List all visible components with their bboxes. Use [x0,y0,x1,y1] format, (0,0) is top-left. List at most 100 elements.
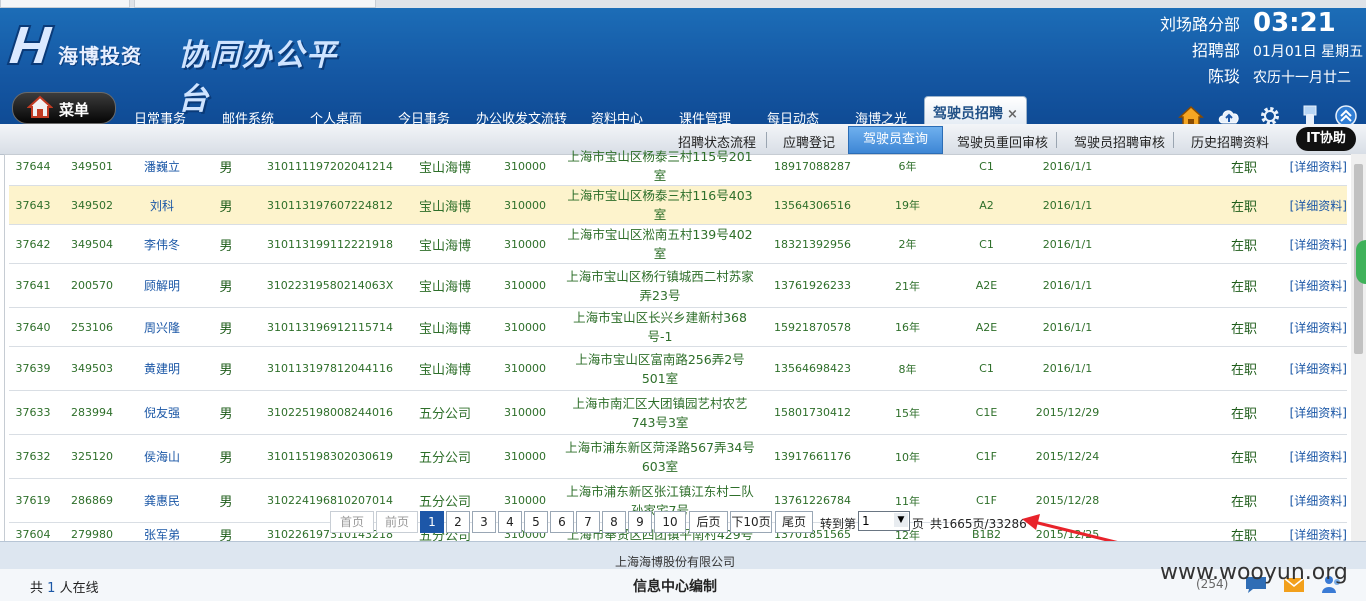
browser-tab[interactable] [0,0,130,8]
phone-cell: 18917088287 [755,147,870,186]
phone-cell: 13564698423 [755,346,870,391]
page-number-button[interactable]: 4 [498,511,522,533]
driver-name-cell[interactable]: 倪友强 [127,390,197,435]
page-number-button[interactable]: 9 [628,511,652,533]
license-class-cell: A2E [945,263,1028,308]
address-cell: 上海市宝山区杨泰三村116号403室 [565,185,755,225]
status-cell: 在职 [1107,263,1257,308]
phone-cell: 18321392956 [755,224,870,264]
driver-name-cell[interactable]: 龚惠民 [127,478,197,523]
address-cell: 上海市宝山区富南路256弄2号501室 [565,346,755,391]
zip-code-cell: 310000 [485,434,565,479]
prev-page-button[interactable]: 前页 [376,511,418,533]
side-tab-icon[interactable] [1356,240,1366,284]
next-10-pages-button[interactable]: 下10页 [730,511,772,533]
zip-code-cell: 310000 [485,147,565,186]
driving-years-cell: 19年 [870,185,945,225]
logo: 海博投资 协同办公平台 [0,14,360,117]
company-cell: 宝山海博 [405,263,485,308]
page-number-button[interactable]: 5 [524,511,548,533]
table-row[interactable]: 37643 349502 刘科男 310113197607224812 宝山海博 3100… [9,185,1347,225]
driver-name-cell[interactable]: 顾解明 [127,263,197,308]
table-row[interactable]: 37642 349504 李伟冬男 310113199112221918 宝山海博 310… [9,224,1347,264]
page-number-button[interactable]: 7 [576,511,600,533]
detail-link-cell[interactable]: [详细资料] [1257,346,1347,391]
page-number-button[interactable]: 1 [420,511,444,533]
employee-code-cell: 349501 [57,147,127,186]
page-number-button[interactable]: 8 [602,511,626,533]
goto-label: 转到第 [820,517,857,531]
address-cell: 上海市宝山区杨行镇城西二村苏家弄23号 [565,263,755,308]
row-id-cell: 37619 [9,478,57,523]
next-page-button[interactable]: 后页 [689,511,728,533]
goto-page-select[interactable]: 1 ▼ [858,511,910,531]
detail-link-cell[interactable]: [详细资料] [1257,224,1347,264]
menu-button[interactable]: 菜单 [12,92,116,124]
driver-name-cell[interactable]: 李伟冬 [127,224,197,264]
logo-h-icon [6,25,56,65]
table-row[interactable]: 37640 253106 周兴隆男 310113196912115714 宝山海博 310… [9,307,1347,347]
driving-years-cell: 2年 [870,224,945,264]
browser-tab[interactable] [134,0,376,8]
user-info: 刘场路分部 招聘部 陈琰 [1130,12,1240,90]
driver-name-cell[interactable]: 潘巍立 [127,147,197,186]
license-class-cell: A2E [945,307,1028,347]
id-card-cell: 310113197812044116 [255,346,405,391]
detail-link-cell[interactable]: [详细资料] [1257,478,1347,523]
id-card-cell: 310225198008244016 [255,390,405,435]
row-id-cell: 37639 [9,346,57,391]
first-page-button[interactable]: 首页 [330,511,374,533]
address-cell: 上海市浦东新区菏泽路567弄34号603室 [565,434,755,479]
detail-link-cell[interactable]: [详细资料] [1257,185,1347,225]
vertical-scrollbar[interactable] [1351,154,1366,554]
address-cell: 上海市宝山区杨泰三村115号201室 [565,147,755,186]
close-icon[interactable]: × [1007,107,1018,122]
driver-name-cell[interactable]: 周兴隆 [127,307,197,347]
table-row[interactable]: 37633 283994 倪友强男 310225198008244016 五分公司 310… [9,390,1347,435]
page-number-button[interactable]: 10 [654,511,686,533]
page-number-button[interactable]: 2 [446,511,470,533]
id-card-cell: 310115198302030619 [255,434,405,479]
phone-cell: 13761926233 [755,263,870,308]
license-class-cell: C1 [945,346,1028,391]
company-cell: 宝山海博 [405,147,485,186]
detail-link-cell[interactable]: [详细资料] [1257,307,1347,347]
branch-label: 刘场路分部 [1159,15,1240,34]
company-cell: 五分公司 [405,434,485,479]
detail-link-cell[interactable]: [详细资料] [1257,147,1347,186]
phone-cell: 13917661176 [755,434,870,479]
table-row[interactable]: 37632 325120 侯海山男 310115198302030619 五分公司 310… [9,434,1347,479]
phone-cell: 13564306516 [755,185,870,225]
register-date-cell: 2015/12/29 [1028,390,1107,435]
department-label: 招聘部 [1191,41,1240,60]
driver-name-cell[interactable]: 黄建明 [127,346,197,391]
employee-code-cell: 349502 [57,185,127,225]
zip-code-cell: 310000 [485,346,565,391]
company-name: 海博投资 [58,44,142,68]
detail-link-cell[interactable]: [详细资料] [1257,434,1347,479]
nav-tab-driver-recruitment-label: 驾驶员招聘 [933,106,1003,122]
gender-cell: 男 [197,434,255,479]
driving-years-cell: 10年 [870,434,945,479]
page-number-button[interactable]: 6 [550,511,574,533]
status-cell: 在职 [1107,147,1257,186]
page-number-button[interactable]: 3 [472,511,496,533]
zip-code-cell: 310000 [485,224,565,264]
driver-table-panel: 37644 349501 潘巍立男 310111197202041214 宝山海博 310… [4,147,1352,547]
license-class-cell: C1 [945,224,1028,264]
row-id-cell: 37633 [9,390,57,435]
license-class-cell: C1F [945,434,1028,479]
goto-page-value: 1 [862,514,870,528]
app-header: 海博投资 协同办公平台 刘场路分部 招聘部 陈琰 03:21 01月01日 星期… [0,8,1366,131]
detail-link-cell[interactable]: [详细资料] [1257,263,1347,308]
table-row[interactable]: 37641 200570 顾解明男 31022319580214063X 宝山海博 310… [9,263,1347,308]
phone-cell: 15921870578 [755,307,870,347]
driver-name-cell[interactable]: 刘科 [127,185,197,225]
table-row[interactable]: 37644 349501 潘巍立男 310111197202041214 宝山海博 310… [9,147,1347,186]
driver-name-cell[interactable]: 侯海山 [127,434,197,479]
table-row[interactable]: 37639 349503 黄建明男 310113197812044116 宝山海博 310… [9,346,1347,391]
id-card-cell: 310113197607224812 [255,185,405,225]
detail-link-cell[interactable]: [详细资料] [1257,390,1347,435]
last-page-button[interactable]: 尾页 [775,511,813,533]
address-cell: 上海市南汇区大团镇园艺村农艺743号3室 [565,390,755,435]
